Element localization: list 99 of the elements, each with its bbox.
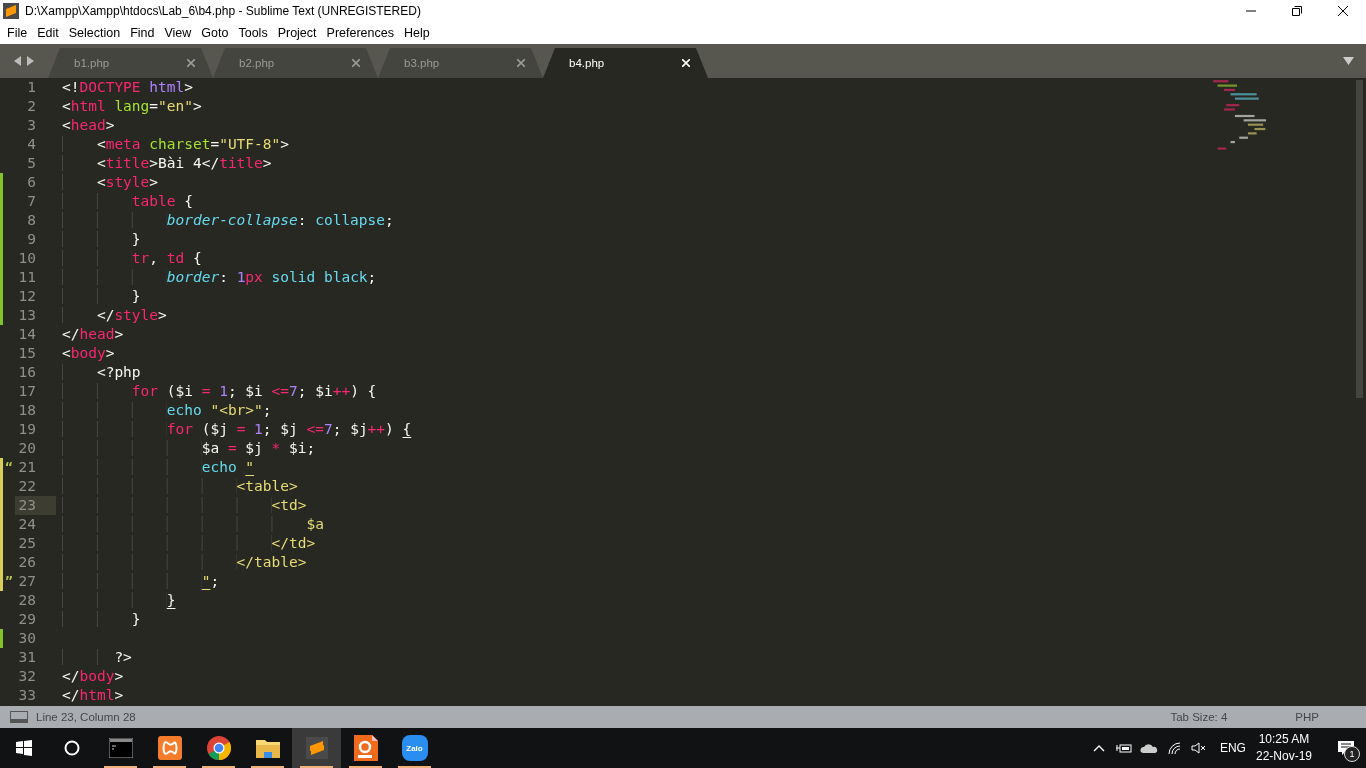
- line-number: 18: [17, 401, 37, 420]
- menu-item[interactable]: File: [2, 24, 33, 42]
- previous-tab-icon[interactable]: [14, 56, 21, 66]
- restore-icon: [1292, 6, 1302, 16]
- code-line: </head>: [61, 325, 124, 344]
- input-language[interactable]: ENG: [1219, 741, 1246, 755]
- scrollbar[interactable]: [1356, 80, 1363, 398]
- clock-date[interactable]: 22-Nov-19: [1255, 748, 1312, 765]
- dropdown-arrow-icon[interactable]: [1342, 57, 1354, 65]
- menu-item[interactable]: Edit: [32, 24, 64, 42]
- file-tab[interactable]: b4.php: [543, 48, 708, 78]
- line-number: 27: [17, 572, 37, 591]
- line-number: 24: [17, 515, 37, 534]
- line-number: 13: [17, 306, 37, 325]
- line-number: 32: [17, 667, 37, 686]
- line-number: 7: [26, 192, 37, 211]
- menu-item[interactable]: Tools: [233, 24, 273, 42]
- taskbar-app[interactable]: [292, 728, 341, 768]
- line-number: 11: [17, 268, 37, 287]
- line-number: 3: [26, 116, 37, 135]
- code-line: border-collapse: collapse;: [56, 211, 394, 230]
- battery-icon[interactable]: [1116, 743, 1133, 753]
- close-icon: [1338, 6, 1348, 16]
- tab-size[interactable]: Tab Size: 4: [1170, 711, 1228, 723]
- line-number: 19: [17, 420, 37, 439]
- pdf-icon: [353, 735, 378, 761]
- quote-marker: ”: [5, 573, 13, 591]
- menu-item[interactable]: View: [159, 24, 197, 42]
- clock-time[interactable]: 10:25 AM: [1258, 731, 1310, 748]
- notification-button[interactable]: 1: [1326, 728, 1366, 768]
- code-line: <!DOCTYPE html>: [61, 78, 193, 97]
- folder-icon: [255, 738, 280, 758]
- menu-item[interactable]: Help: [398, 24, 435, 42]
- code-line: </body>: [61, 667, 124, 686]
- line-number: 22: [17, 477, 37, 496]
- line-number: 15: [17, 344, 37, 363]
- line-number: 16: [17, 363, 37, 382]
- line-number: 21: [17, 458, 37, 477]
- xampp-icon: [157, 736, 182, 760]
- syntax-label[interactable]: PHP: [1295, 711, 1319, 723]
- line-number: 26: [17, 553, 37, 572]
- code-line: table {: [56, 192, 193, 211]
- line-number: 25: [17, 534, 37, 553]
- code-line: <body>: [61, 344, 115, 363]
- line-number: 10: [17, 249, 37, 268]
- chevron-up-icon[interactable]: [1093, 744, 1106, 752]
- line-number: 33: [17, 686, 37, 705]
- app-logo-icon: [3, 3, 19, 19]
- line-number: 17: [17, 382, 37, 401]
- code-line: <html lang="en">: [61, 97, 202, 116]
- menu-item[interactable]: Selection: [63, 24, 126, 42]
- line-number: 31: [17, 648, 37, 667]
- code-line: <style>: [56, 173, 159, 192]
- line-number: 20: [17, 439, 37, 458]
- line-number: 14: [17, 325, 37, 344]
- line-number: 1: [26, 78, 37, 97]
- panel-icon[interactable]: [10, 711, 28, 723]
- terminal-icon: [108, 738, 133, 758]
- cloud-icon[interactable]: [1140, 743, 1159, 753]
- muted-speaker-icon[interactable]: [1191, 742, 1208, 754]
- code-line: for ($i = 1; $i <=7; $i++) {: [56, 382, 377, 401]
- circle-icon: [64, 740, 80, 756]
- windows-logo-icon: [16, 740, 32, 756]
- chrome-icon: [206, 736, 231, 760]
- next-tab-icon[interactable]: [27, 56, 34, 66]
- line-number: 28: [17, 591, 37, 610]
- code-line: <title>Bài 4</title>: [56, 154, 272, 173]
- line-number: 8: [26, 211, 37, 230]
- quote-marker: “: [5, 459, 13, 477]
- line-number: 12: [17, 287, 37, 306]
- menu-item[interactable]: Goto: [196, 24, 234, 42]
- window-title: D:\Xampp\Xampp\htdocs\Lab_6\b4.php - Sublime Text (UNREGISTERED): [25, 4, 422, 18]
- cursor-position: Line 23, Column 28: [36, 711, 137, 723]
- code-line: echo "<br>";: [56, 401, 272, 420]
- wifi-icon[interactable]: [1167, 741, 1182, 755]
- file-tab[interactable]: b1.php: [48, 48, 213, 78]
- code-line: border: 1px solid black;: [56, 268, 377, 287]
- sublime-icon: [305, 737, 328, 759]
- code-line: $a = $j * $i;: [56, 439, 316, 458]
- code-line: for ($j = 1; $j <=7; $j++) {: [56, 420, 412, 439]
- menu-item[interactable]: Preferences: [321, 24, 399, 42]
- line-number: 9: [26, 230, 37, 249]
- line-number: 4: [26, 135, 37, 154]
- menu-item[interactable]: Find: [125, 24, 160, 42]
- code-line: <head>: [61, 116, 115, 135]
- line-number: 5: [26, 154, 37, 173]
- code-line: </html>: [61, 686, 124, 705]
- file-tab[interactable]: b3.php: [378, 48, 543, 78]
- code-line: </style>: [56, 306, 167, 325]
- line-number: 29: [17, 610, 37, 629]
- line-number: 23: [15, 496, 56, 515]
- code-line: <meta charset="UTF-8">: [56, 135, 289, 154]
- file-tab[interactable]: b2.php: [213, 48, 378, 78]
- code-line: tr, td {: [56, 249, 202, 268]
- line-number: 2: [26, 97, 37, 116]
- menu-item[interactable]: Project: [272, 24, 322, 42]
- code-line: <?php: [56, 363, 141, 382]
- line-number: 30: [17, 629, 37, 648]
- line-number: 6: [26, 173, 37, 192]
